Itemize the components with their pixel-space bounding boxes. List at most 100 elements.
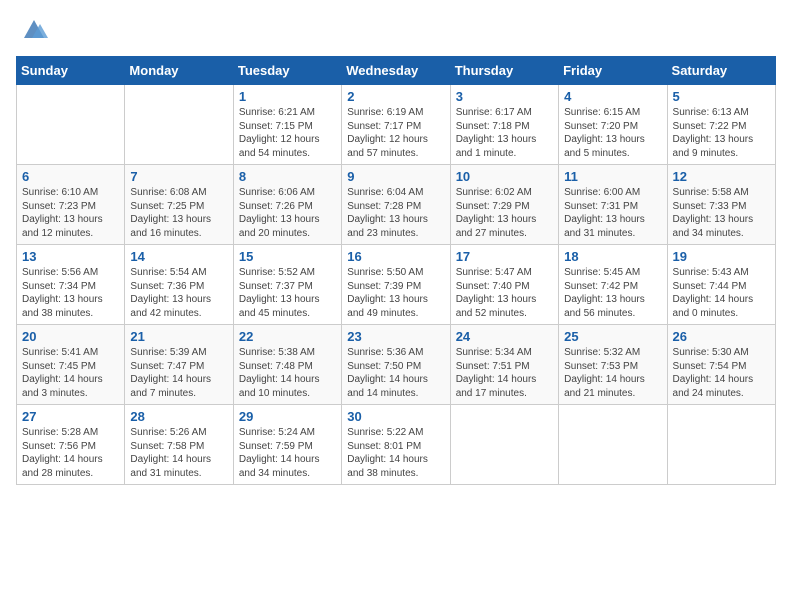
day-number: 11 <box>564 169 661 184</box>
day-number: 17 <box>456 249 553 264</box>
cell-content: Sunrise: 5:22 AM Sunset: 8:01 PM Dayligh… <box>347 426 444 480</box>
cell-content: Sunrise: 5:39 AM Sunset: 7:47 PM Dayligh… <box>130 346 227 400</box>
cell-content: Sunrise: 5:36 AM Sunset: 7:50 PM Dayligh… <box>347 346 444 400</box>
calendar-cell: 23 Sunrise: 5:36 AM Sunset: 7:50 PM Dayli… <box>342 325 450 405</box>
day-number: 8 <box>239 169 336 184</box>
day-number: 10 <box>456 169 553 184</box>
cell-content: Sunrise: 6:17 AM Sunset: 7:18 PM Dayligh… <box>456 106 553 160</box>
calendar-cell: 22 Sunrise: 5:38 AM Sunset: 7:48 PM Dayli… <box>233 325 341 405</box>
weekday-header-sunday: Sunday <box>17 57 125 85</box>
calendar-cell: 3 Sunrise: 6:17 AM Sunset: 7:18 PM Daylig… <box>450 85 558 165</box>
cell-content: Sunrise: 5:30 AM Sunset: 7:54 PM Dayligh… <box>673 346 770 400</box>
day-number: 22 <box>239 329 336 344</box>
cell-content: Sunrise: 5:52 AM Sunset: 7:37 PM Dayligh… <box>239 266 336 320</box>
day-number: 30 <box>347 409 444 424</box>
cell-content: Sunrise: 5:50 AM Sunset: 7:39 PM Dayligh… <box>347 266 444 320</box>
day-number: 2 <box>347 89 444 104</box>
day-number: 4 <box>564 89 661 104</box>
day-number: 18 <box>564 249 661 264</box>
day-number: 20 <box>22 329 119 344</box>
day-number: 1 <box>239 89 336 104</box>
cell-content: Sunrise: 6:19 AM Sunset: 7:17 PM Dayligh… <box>347 106 444 160</box>
cell-content: Sunrise: 5:38 AM Sunset: 7:48 PM Dayligh… <box>239 346 336 400</box>
header <box>16 16 776 44</box>
day-number: 3 <box>456 89 553 104</box>
cell-content: Sunrise: 6:21 AM Sunset: 7:15 PM Dayligh… <box>239 106 336 160</box>
calendar-cell: 26 Sunrise: 5:30 AM Sunset: 7:54 PM Dayli… <box>667 325 775 405</box>
calendar-cell: 28Sunrise: 5:26 AM Sunset: 7:58 PM Dayli… <box>125 405 233 485</box>
calendar-cell: 21 Sunrise: 5:39 AM Sunset: 7:47 PM Dayli… <box>125 325 233 405</box>
cell-content: Sunrise: 5:28 AM Sunset: 7:56 PM Dayligh… <box>22 426 119 480</box>
calendar-cell: 12Sunrise: 5:58 AM Sunset: 7:33 PM Dayli… <box>667 165 775 245</box>
day-number: 13 <box>22 249 119 264</box>
cell-content: Sunrise: 6:08 AM Sunset: 7:25 PM Dayligh… <box>130 186 227 240</box>
day-number: 19 <box>673 249 770 264</box>
calendar-cell: 9Sunrise: 6:04 AM Sunset: 7:28 PM Daylig… <box>342 165 450 245</box>
day-number: 7 <box>130 169 227 184</box>
logo-icon <box>20 16 48 44</box>
cell-content: Sunrise: 5:58 AM Sunset: 7:33 PM Dayligh… <box>673 186 770 240</box>
week-row-5: 27Sunrise: 5:28 AM Sunset: 7:56 PM Dayli… <box>17 405 776 485</box>
cell-content: Sunrise: 5:56 AM Sunset: 7:34 PM Dayligh… <box>22 266 119 320</box>
calendar-cell: 18 Sunrise: 5:45 AM Sunset: 7:42 PM Dayli… <box>559 245 667 325</box>
day-number: 28 <box>130 409 227 424</box>
weekday-header-row: SundayMondayTuesdayWednesdayThursdayFrid… <box>17 57 776 85</box>
cell-content: Sunrise: 6:04 AM Sunset: 7:28 PM Dayligh… <box>347 186 444 240</box>
week-row-1: 1 Sunrise: 6:21 AM Sunset: 7:15 PM Daylig… <box>17 85 776 165</box>
calendar-cell: 2 Sunrise: 6:19 AM Sunset: 7:17 PM Daylig… <box>342 85 450 165</box>
weekday-header-saturday: Saturday <box>667 57 775 85</box>
cell-content: Sunrise: 6:00 AM Sunset: 7:31 PM Dayligh… <box>564 186 661 240</box>
calendar-cell: 10 Sunrise: 6:02 AM Sunset: 7:29 PM Dayli… <box>450 165 558 245</box>
day-number: 21 <box>130 329 227 344</box>
cell-content: Sunrise: 5:34 AM Sunset: 7:51 PM Dayligh… <box>456 346 553 400</box>
calendar-cell: 8 Sunrise: 6:06 AM Sunset: 7:26 PM Daylig… <box>233 165 341 245</box>
day-number: 6 <box>22 169 119 184</box>
weekday-header-tuesday: Tuesday <box>233 57 341 85</box>
calendar-cell: 19 Sunrise: 5:43 AM Sunset: 7:44 PM Dayli… <box>667 245 775 325</box>
calendar-cell <box>125 85 233 165</box>
calendar-cell: 29 Sunrise: 5:24 AM Sunset: 7:59 PM Dayli… <box>233 405 341 485</box>
day-number: 14 <box>130 249 227 264</box>
week-row-2: 6 Sunrise: 6:10 AM Sunset: 7:23 PM Daylig… <box>17 165 776 245</box>
cell-content: Sunrise: 6:06 AM Sunset: 7:26 PM Dayligh… <box>239 186 336 240</box>
calendar-cell <box>450 405 558 485</box>
week-row-3: 13 Sunrise: 5:56 AM Sunset: 7:34 PM Dayli… <box>17 245 776 325</box>
calendar-cell <box>17 85 125 165</box>
day-number: 15 <box>239 249 336 264</box>
cell-content: Sunrise: 5:47 AM Sunset: 7:40 PM Dayligh… <box>456 266 553 320</box>
calendar-cell: 20 Sunrise: 5:41 AM Sunset: 7:45 PM Dayli… <box>17 325 125 405</box>
day-number: 24 <box>456 329 553 344</box>
calendar-cell: 7 Sunrise: 6:08 AM Sunset: 7:25 PM Daylig… <box>125 165 233 245</box>
calendar-cell: 30 Sunrise: 5:22 AM Sunset: 8:01 PM Dayli… <box>342 405 450 485</box>
day-number: 29 <box>239 409 336 424</box>
cell-content: Sunrise: 6:10 AM Sunset: 7:23 PM Dayligh… <box>22 186 119 240</box>
day-number: 16 <box>347 249 444 264</box>
calendar-cell: 13 Sunrise: 5:56 AM Sunset: 7:34 PM Dayli… <box>17 245 125 325</box>
cell-content: Sunrise: 5:45 AM Sunset: 7:42 PM Dayligh… <box>564 266 661 320</box>
cell-content: Sunrise: 5:54 AM Sunset: 7:36 PM Dayligh… <box>130 266 227 320</box>
calendar-cell: 16 Sunrise: 5:50 AM Sunset: 7:39 PM Dayli… <box>342 245 450 325</box>
cell-content: Sunrise: 5:41 AM Sunset: 7:45 PM Dayligh… <box>22 346 119 400</box>
calendar-cell: 25 Sunrise: 5:32 AM Sunset: 7:53 PM Dayli… <box>559 325 667 405</box>
weekday-header-monday: Monday <box>125 57 233 85</box>
calendar-cell: 27Sunrise: 5:28 AM Sunset: 7:56 PM Dayli… <box>17 405 125 485</box>
calendar-cell: 14 Sunrise: 5:54 AM Sunset: 7:36 PM Dayli… <box>125 245 233 325</box>
day-number: 5 <box>673 89 770 104</box>
calendar-cell: 5Sunrise: 6:13 AM Sunset: 7:22 PM Daylig… <box>667 85 775 165</box>
week-row-4: 20 Sunrise: 5:41 AM Sunset: 7:45 PM Dayli… <box>17 325 776 405</box>
cell-content: Sunrise: 5:43 AM Sunset: 7:44 PM Dayligh… <box>673 266 770 320</box>
calendar-cell <box>667 405 775 485</box>
day-number: 26 <box>673 329 770 344</box>
calendar-cell: 4 Sunrise: 6:15 AM Sunset: 7:20 PM Daylig… <box>559 85 667 165</box>
day-number: 25 <box>564 329 661 344</box>
weekday-header-friday: Friday <box>559 57 667 85</box>
calendar-cell <box>559 405 667 485</box>
cell-content: Sunrise: 6:02 AM Sunset: 7:29 PM Dayligh… <box>456 186 553 240</box>
cell-content: Sunrise: 5:32 AM Sunset: 7:53 PM Dayligh… <box>564 346 661 400</box>
calendar-cell: 1 Sunrise: 6:21 AM Sunset: 7:15 PM Daylig… <box>233 85 341 165</box>
calendar-cell: 11 Sunrise: 6:00 AM Sunset: 7:31 PM Dayli… <box>559 165 667 245</box>
day-number: 23 <box>347 329 444 344</box>
cell-content: Sunrise: 6:15 AM Sunset: 7:20 PM Dayligh… <box>564 106 661 160</box>
cell-content: Sunrise: 5:24 AM Sunset: 7:59 PM Dayligh… <box>239 426 336 480</box>
calendar: SundayMondayTuesdayWednesdayThursdayFrid… <box>16 56 776 485</box>
